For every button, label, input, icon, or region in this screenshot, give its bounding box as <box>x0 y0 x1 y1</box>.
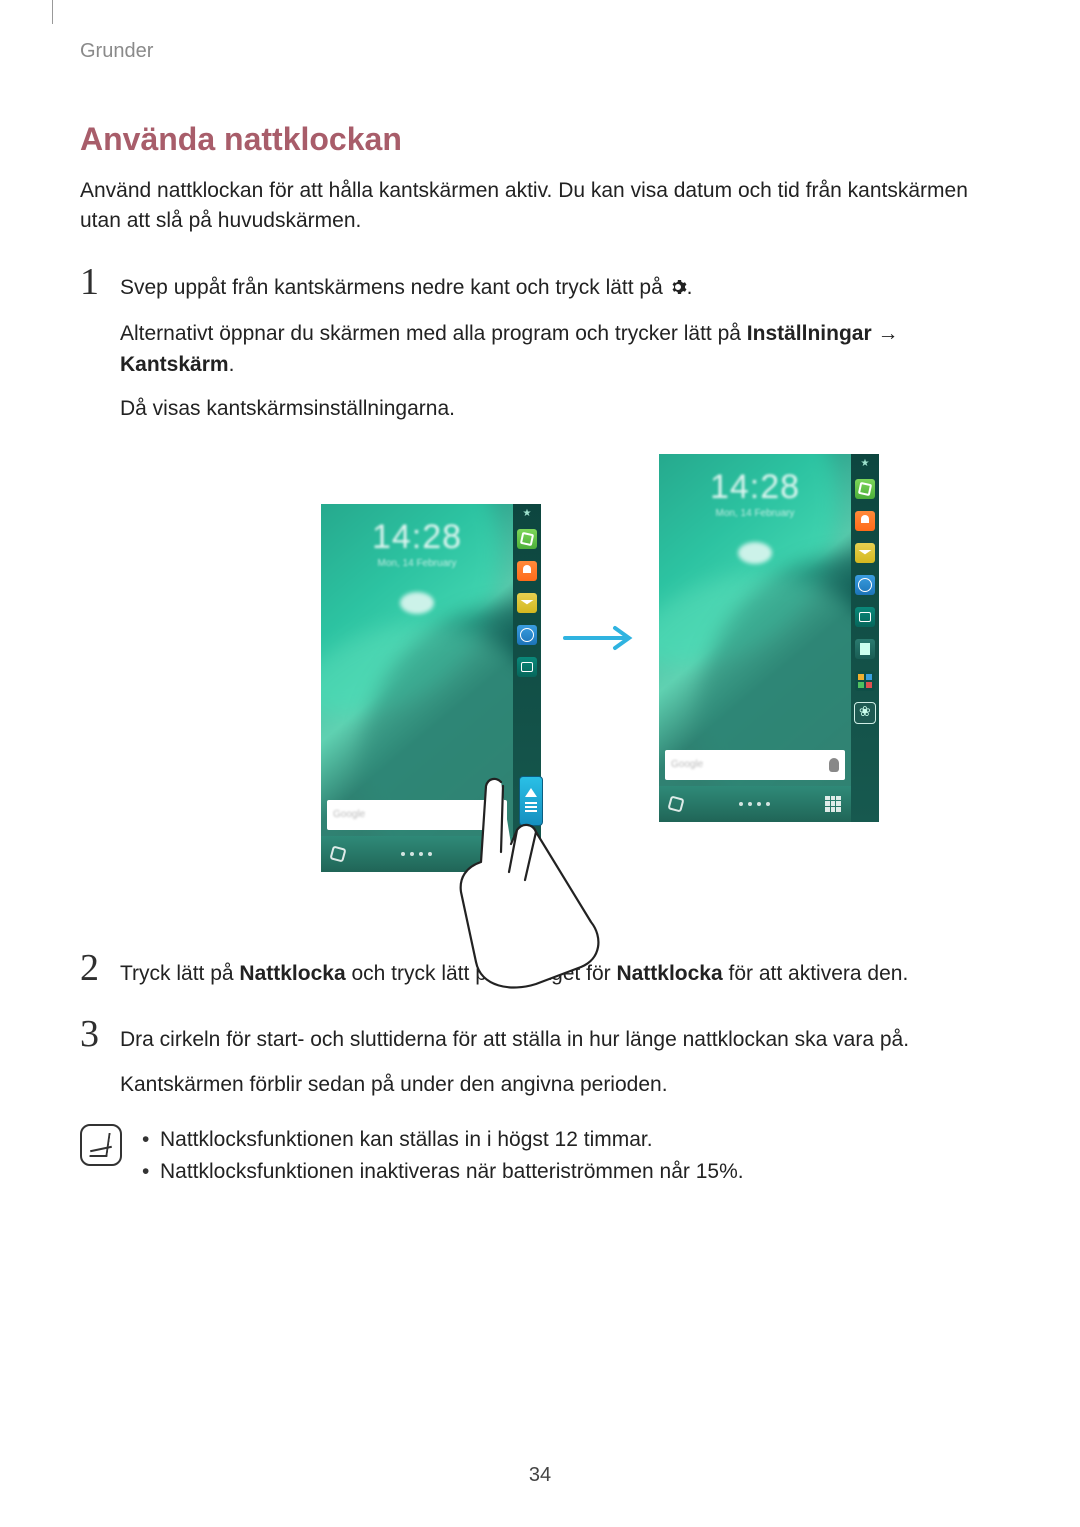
step1-result: Då visas kantskärmsinställningarna. <box>120 394 1000 424</box>
weather-widget <box>400 592 434 614</box>
arrow-right-icon <box>561 623 639 653</box>
dock-page-dots-2 <box>739 802 770 806</box>
edge-notes-icon <box>855 639 875 659</box>
note-icon <box>80 1124 122 1166</box>
step1-alt-arrow: → <box>878 322 899 345</box>
edge-apps-grid-icon <box>855 671 875 691</box>
step1-alt: Alternativt öppnar du skärmen med alla p… <box>120 319 1000 380</box>
edge-camera-icon-2 <box>855 607 875 627</box>
step-3-content: Dra cirkeln för start- och sluttiderna f… <box>120 1017 1000 1100</box>
homescreen-date: Mon, 14 February <box>321 558 513 569</box>
search-bar-2: Google <box>665 750 845 780</box>
phone-right-homescreen: 14:28 Mon, 14 February Google <box>659 454 851 822</box>
edge-mail-icon-2 <box>855 543 875 563</box>
step1-alt-pre: Alternativt öppnar du skärmen med alla p… <box>120 322 747 345</box>
edge-phone-icon-2 <box>855 479 875 499</box>
chapter-label: Grunder <box>80 40 1000 63</box>
hand-gesture-icon <box>441 772 611 992</box>
edge-mail-icon <box>517 593 537 613</box>
step-number-3: 3 <box>80 1017 114 1051</box>
s2-end: för att aktivera den. <box>729 962 909 985</box>
step-3: 3 Dra cirkeln för start- och sluttiderna… <box>80 1017 1000 1100</box>
step1-alt-bold1: Inställningar <box>747 322 872 345</box>
s2-bold2: Nattklocka <box>616 962 722 985</box>
s2-bold1: Nattklocka <box>239 962 345 985</box>
step1-period: . <box>687 276 693 299</box>
edge-camera-icon <box>517 657 537 677</box>
dock-phone-icon <box>329 845 346 862</box>
page: Grunder Använda nattklockan Använd nattk… <box>0 0 1080 1527</box>
step-1: 1 Svep uppåt från kantskärmens nedre kan… <box>80 265 1000 305</box>
mic-icon-2 <box>829 758 839 772</box>
s3-line1: Dra cirkeln för start- och sluttiderna f… <box>120 1025 1000 1055</box>
note-item-1: Nattklocksfunktionen kan ställas in i hö… <box>160 1124 744 1157</box>
edge-star-icon-2: ★ <box>861 458 870 469</box>
intro-paragraph: Använd nattklockan för att hålla kantskä… <box>80 176 1000 237</box>
page-tab-mark <box>52 0 53 24</box>
step-number-1: 1 <box>80 265 114 299</box>
edge-contacts-icon-2 <box>855 511 875 531</box>
dock-phone-icon-2 <box>667 795 684 812</box>
step1-text-a: Svep uppåt från kantskärmens nedre kant … <box>120 276 669 299</box>
note-list: Nattklocksfunktionen kan ställas in i hö… <box>140 1124 744 1189</box>
homescreen-date-2: Mon, 14 February <box>659 508 851 519</box>
note-block: Nattklocksfunktionen kan ställas in i hö… <box>80 1124 1000 1189</box>
dock-apps-icon-2 <box>825 796 841 812</box>
step-1-content: Svep uppåt från kantskärmens nedre kant … <box>120 265 1000 305</box>
edge-panel-right: ★ <box>851 454 879 822</box>
s3-line2: Kantskärmen förblir sedan på under den a… <box>120 1070 1000 1100</box>
note-item-2: Nattklocksfunktionen inaktiveras när bat… <box>160 1156 744 1189</box>
gear-icon <box>669 275 687 305</box>
step1-alt-bold2: Kantskärm <box>120 353 229 376</box>
section-title: Använda nattklockan <box>80 121 1000 158</box>
illustration: 14:28 Mon, 14 February Google ★ <box>200 453 1000 923</box>
edge-browser-icon <box>517 625 537 645</box>
search-placeholder: Google <box>333 809 365 820</box>
edge-browser-icon-2 <box>855 575 875 595</box>
step-number-2: 2 <box>80 951 114 985</box>
phone-left-wrapper: 14:28 Mon, 14 February Google ★ <box>321 504 541 872</box>
edge-contacts-icon <box>517 561 537 581</box>
phone-right: 14:28 Mon, 14 February Google ★ <box>659 454 879 822</box>
dock-2 <box>659 786 851 822</box>
homescreen-clock: 14:28 <box>321 518 513 557</box>
edge-star-icon: ★ <box>523 508 532 519</box>
search-placeholder-2: Google <box>671 759 703 770</box>
dock-page-dots <box>401 852 432 856</box>
s2-pre: Tryck lätt på <box>120 962 239 985</box>
edge-phone-icon <box>517 529 537 549</box>
page-number: 34 <box>0 1464 1080 1487</box>
weather-widget-2 <box>738 542 772 564</box>
edge-settings-icon <box>855 703 875 723</box>
homescreen-clock-2: 14:28 <box>659 468 851 507</box>
